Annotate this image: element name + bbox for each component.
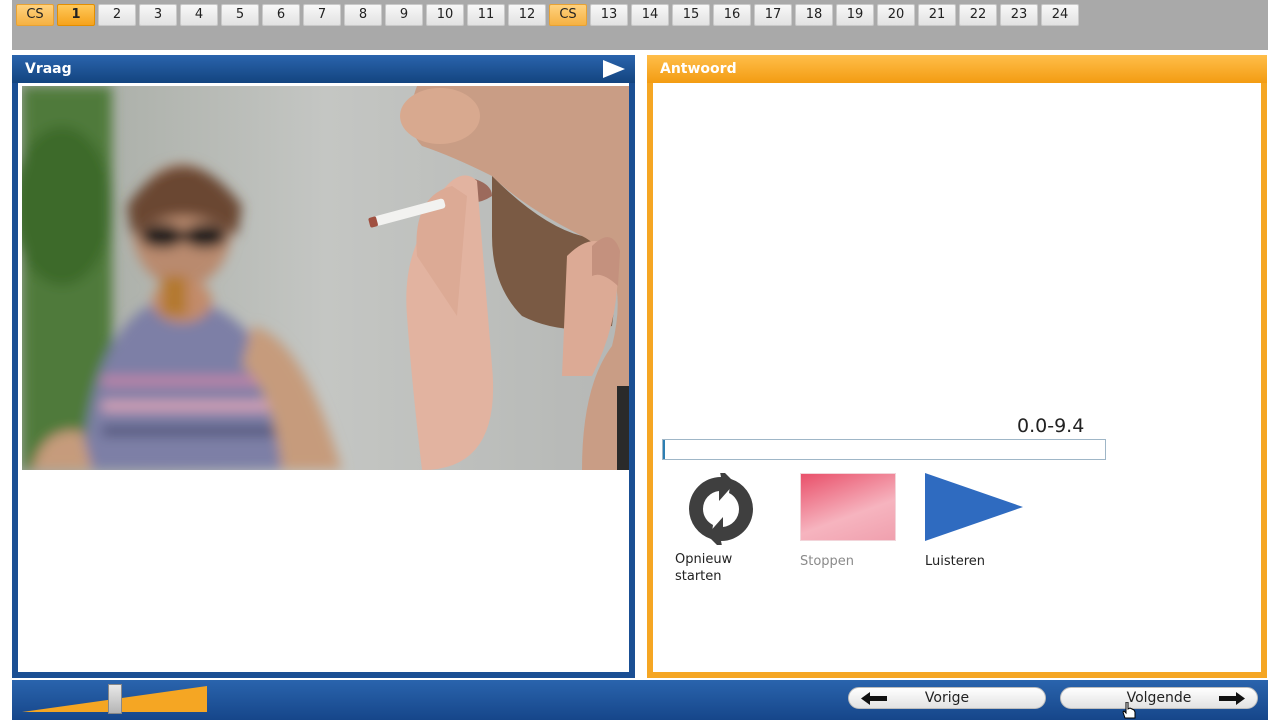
- previous-label: Vorige: [924, 690, 970, 706]
- answer-panel: Antwoord 0.0-9.4 Opnieuw starten Stoppen…: [647, 55, 1267, 678]
- stop-icon: [800, 473, 896, 541]
- next-button[interactable]: Volgende: [1060, 687, 1258, 709]
- play-icon[interactable]: [603, 60, 625, 78]
- answer-header: Antwoord: [647, 55, 1267, 83]
- tab-question-15[interactable]: 15: [672, 4, 710, 26]
- question-panel: Vraag: [12, 55, 635, 678]
- tab-question-4[interactable]: 4: [180, 4, 218, 26]
- tab-question-16[interactable]: 16: [713, 4, 751, 26]
- tab-question-13[interactable]: 13: [590, 4, 628, 26]
- volume-slider[interactable]: [22, 684, 207, 714]
- tab-question-9[interactable]: 9: [385, 4, 423, 26]
- tab-question-8[interactable]: 8: [344, 4, 382, 26]
- tab-question-6[interactable]: 6: [262, 4, 300, 26]
- answer-title: Antwoord: [660, 61, 737, 77]
- tab-question-21[interactable]: 21: [918, 4, 956, 26]
- tab-cs[interactable]: CS: [549, 4, 587, 26]
- tab-question-7[interactable]: 7: [303, 4, 341, 26]
- previous-button[interactable]: Vorige: [848, 687, 1046, 709]
- restart-button[interactable]: Opnieuw starten: [675, 467, 767, 585]
- arrow-right-icon: [1219, 692, 1245, 705]
- tab-question-11[interactable]: 11: [467, 4, 505, 26]
- time-range-label: 0.0-9.4: [1017, 415, 1085, 437]
- tab-cs[interactable]: CS: [16, 4, 54, 26]
- volume-handle[interactable]: [107, 684, 122, 714]
- tab-question-5[interactable]: 5: [221, 4, 259, 26]
- photo-illustration: [22, 86, 629, 470]
- tab-question-24[interactable]: 24: [1041, 4, 1079, 26]
- question-title: Vraag: [25, 61, 72, 77]
- stop-button[interactable]: Stoppen: [800, 473, 896, 570]
- question-header: Vraag: [12, 55, 635, 83]
- question-tabs: CS 1 2 3 4 5 6 7 8 9 10 11 12 CS 13 14 15 16 17 18 19 20 21 22 2…: [16, 4, 1082, 26]
- tab-question-17[interactable]: 17: [754, 4, 792, 26]
- restart-icon: [689, 467, 753, 551]
- answer-body: 0.0-9.4 Opnieuw starten Stoppen Luistere…: [651, 83, 1263, 674]
- stop-label: Stoppen: [800, 554, 855, 569]
- tab-question-22[interactable]: 22: [959, 4, 997, 26]
- audio-progress-bar[interactable]: [662, 439, 1106, 460]
- footer-bar: Vorige Volgende: [12, 680, 1268, 720]
- question-photo: [22, 86, 629, 470]
- tab-question-12[interactable]: 12: [508, 4, 546, 26]
- listen-button[interactable]: Luisteren: [925, 473, 1023, 570]
- tab-question-18[interactable]: 18: [795, 4, 833, 26]
- question-navigation-bar: CS 1 2 3 4 5 6 7 8 9 10 11 12 CS 13 14 15 16 17 18 19 20 21 22 2…: [12, 0, 1268, 50]
- tab-question-2[interactable]: 2: [98, 4, 136, 26]
- listen-label: Luisteren: [925, 554, 986, 569]
- tab-question-20[interactable]: 20: [877, 4, 915, 26]
- audio-progress-fill: [663, 440, 665, 459]
- tab-question-19[interactable]: 19: [836, 4, 874, 26]
- tab-question-3[interactable]: 3: [139, 4, 177, 26]
- question-body: [16, 83, 631, 674]
- tab-question-23[interactable]: 23: [1000, 4, 1038, 26]
- play-triangle-icon: [925, 473, 1023, 541]
- hand-cursor-icon: [1122, 702, 1136, 719]
- tab-question-10[interactable]: 10: [426, 4, 464, 26]
- tab-question-14[interactable]: 14: [631, 4, 669, 26]
- restart-label: Opnieuw starten: [675, 552, 733, 584]
- tab-question-1[interactable]: 1: [57, 4, 95, 26]
